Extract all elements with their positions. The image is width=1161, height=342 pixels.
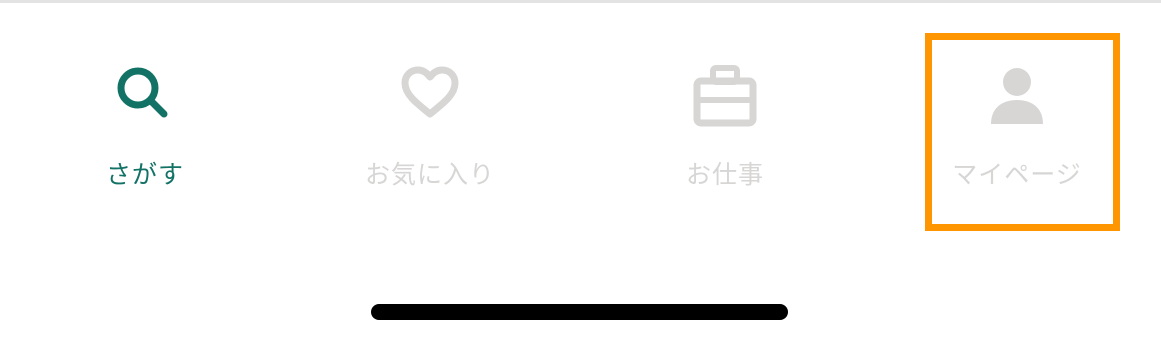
- briefcase-icon: [580, 62, 870, 130]
- search-icon: [0, 62, 290, 130]
- tab-favorites[interactable]: お気に入り: [285, 0, 575, 230]
- tab-label-mypage: マイページ: [952, 160, 1082, 189]
- home-indicator: [371, 304, 788, 320]
- heart-icon: [285, 62, 575, 130]
- tab-label-work: お仕事: [685, 160, 764, 189]
- tab-search[interactable]: さがす: [0, 0, 290, 230]
- person-icon: [872, 62, 1161, 130]
- tab-work[interactable]: お仕事: [580, 0, 870, 230]
- tab-label-favorites: お気に入り: [364, 160, 495, 189]
- bottom-tab-bar: さがす お気に入り お仕事 マイページ: [0, 0, 1161, 230]
- tab-label-search: さがす: [105, 160, 184, 189]
- tab-mypage[interactable]: マイページ: [872, 0, 1161, 230]
